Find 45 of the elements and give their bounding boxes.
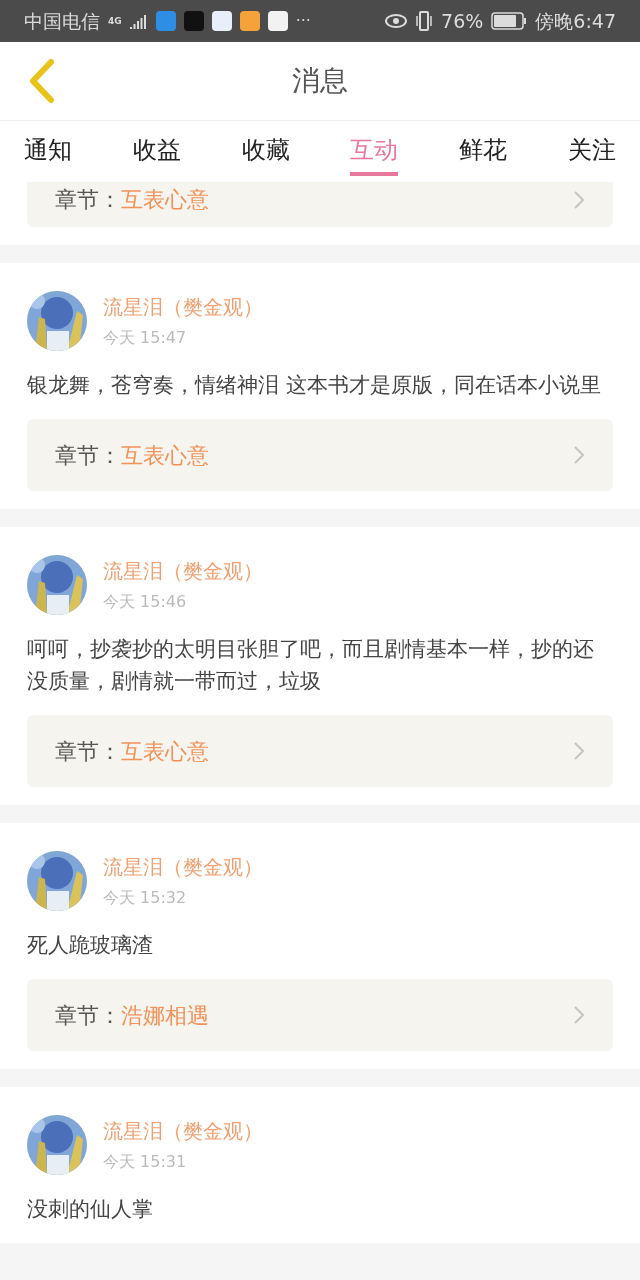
vibrate-icon — [415, 11, 434, 31]
chevron-right-icon — [573, 1005, 585, 1025]
tab[interactable]: 收藏 — [241, 127, 290, 176]
tab[interactable]: 关注 — [568, 127, 616, 176]
chevron-right-icon — [573, 741, 585, 761]
message-time: 今天 15:47 — [103, 327, 188, 349]
signal-icon — [129, 13, 148, 29]
chapter-title: 互表心意 — [121, 441, 209, 470]
chevron-left-icon — [27, 58, 57, 104]
tab[interactable]: 通知 — [24, 127, 72, 176]
carrier-name: 中国电信 — [24, 8, 100, 34]
chapter-label: 章节： — [55, 737, 121, 766]
message-time: 今天 15:46 — [103, 591, 188, 613]
app-icon — [155, 11, 176, 31]
chapter-link[interactable]: 章节：互表心意 — [27, 715, 613, 787]
tab[interactable]: 鲜花 — [459, 127, 508, 176]
clock: 傍晚6:47 — [535, 8, 616, 34]
chevron-right-icon — [573, 445, 585, 465]
chapter-label: 章节： — [55, 441, 121, 470]
chapter-link[interactable]: 章节：浩娜相遇 — [27, 979, 613, 1051]
chapter-link[interactable]: 章节：互表心意 — [27, 419, 613, 491]
eye-icon — [385, 14, 408, 28]
message-time: 今天 15:31 — [103, 1151, 188, 1173]
comment-text: 银龙舞，苍穹奏，情绪神泪 这本书才是原版，同在话本小说里 — [27, 372, 602, 399]
network-type: 4G — [108, 16, 122, 26]
battery-percent: 76% — [441, 8, 484, 34]
app-icon — [183, 11, 204, 31]
app-icon — [267, 11, 288, 31]
page-title: 消息 — [292, 63, 348, 99]
chapter-label: 章节： — [55, 186, 121, 214]
more-notifications: ··· — [295, 10, 311, 32]
app-icon — [211, 11, 232, 31]
chapter-label: 章节： — [55, 1001, 121, 1030]
battery-icon — [491, 12, 528, 30]
tab[interactable]: 收益 — [132, 127, 181, 176]
chapter-title: 互表心意 — [121, 186, 209, 214]
comment-text: 没刺的仙人掌 — [27, 1196, 154, 1223]
chapter-title: 互表心意 — [121, 737, 209, 766]
comment-text: 呵呵，抄袭抄的太明目张胆了吧，而且剧情基本一样，抄的还没质量，剧情就一带而过，垃圾 — [27, 636, 595, 695]
chapter-title: 浩娜相遇 — [121, 1001, 209, 1030]
app-icon — [239, 11, 260, 31]
chevron-right-icon — [573, 189, 585, 210]
message-time: 今天 15:32 — [103, 887, 188, 909]
chapter-link[interactable]: 章节：互表心意 — [27, 182, 613, 227]
comment-text: 死人跪玻璃渣 — [27, 932, 154, 959]
